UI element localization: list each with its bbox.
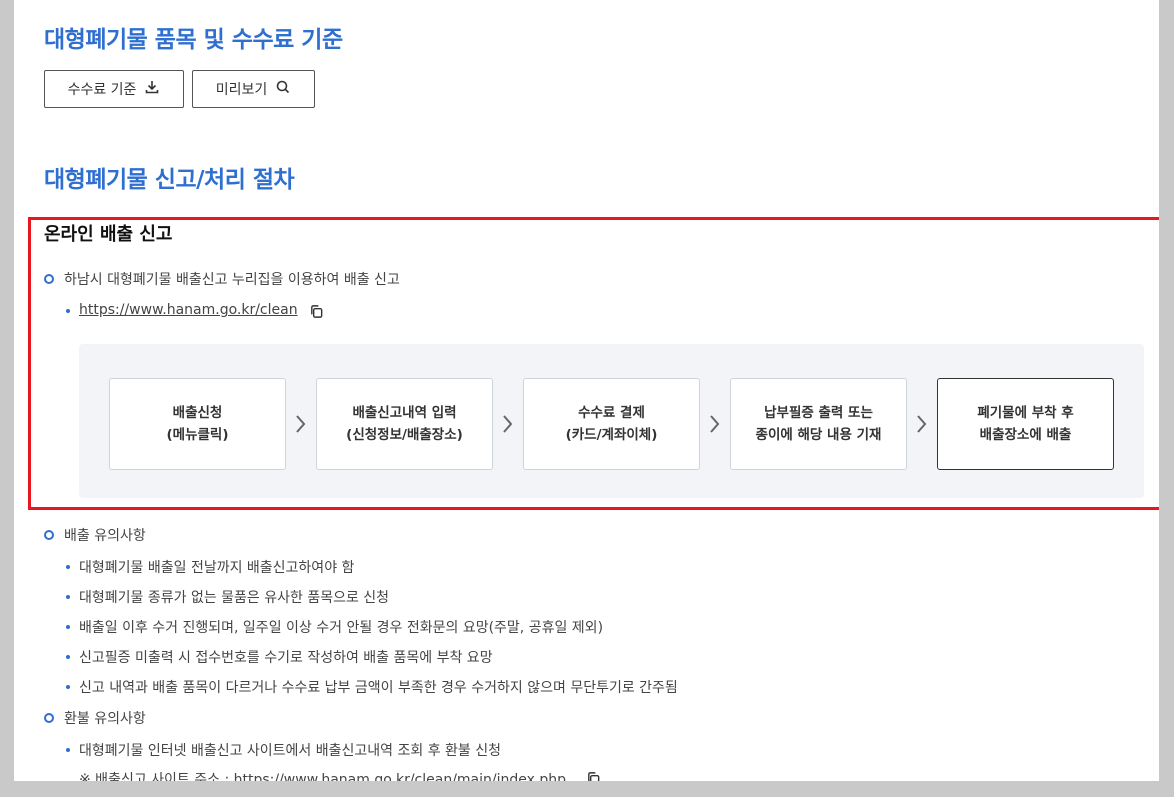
fee-section-title: 대형폐기물 품목 및 수수료 기준 — [44, 27, 343, 53]
bullet-dot-icon — [66, 625, 70, 629]
bullet-dot-icon — [66, 748, 70, 752]
bullet-dot-icon — [66, 565, 70, 569]
procedure-section-title: 대형폐기물 신고/처리 절차 — [44, 167, 295, 193]
note-item-5: 신고 내역과 배출 품목이 다르거나 수수료 납부 금액이 부족한 경우 수거하… — [79, 680, 678, 696]
refund-site-line: ※ 배출신고 사이트 주소 : https://www.hanam.go.kr/… — [79, 769, 566, 781]
highlight-frame — [28, 217, 1159, 510]
refund-title: 환불 유의사항 — [64, 711, 146, 727]
note-item-3: 배출일 이후 수거 진행되며, 일주일 이상 수거 안될 경우 전화문의 요망(… — [79, 620, 604, 636]
note-item-2: 대형폐기물 종류가 없는 물품은 유사한 품목으로 신청 — [79, 590, 390, 606]
bullet-dot-icon — [66, 685, 70, 689]
fee-standard-button[interactable]: 수수료 기준 — [44, 70, 184, 108]
download-icon — [144, 79, 160, 99]
search-icon — [275, 79, 291, 99]
bullet-ring-icon — [44, 713, 54, 723]
preview-label: 미리보기 — [215, 82, 268, 98]
bullet-dot-icon — [66, 595, 70, 599]
bullet-dot-icon — [66, 655, 70, 659]
refund-site-prefix: ※ 배출신고 사이트 주소 : — [79, 772, 234, 781]
fee-standard-label: 수수료 기준 — [67, 82, 137, 98]
preview-button[interactable]: 미리보기 — [192, 70, 315, 108]
notes-title: 배출 유의사항 — [64, 528, 146, 544]
note-item-4: 신고필증 미출력 시 접수번호를 수기로 작성하여 배출 품목에 부착 요망 — [79, 650, 493, 666]
content-page: 대형폐기물 품목 및 수수료 기준 수수료 기준 미리보기 대형폐기물 신고/처… — [14, 0, 1159, 781]
copy-link-icon[interactable] — [586, 771, 601, 781]
refund-site-link[interactable]: https://www.hanam.go.kr/clean/main/index… — [234, 772, 566, 781]
bullet-ring-icon — [44, 530, 54, 540]
note-item-1: 대형폐기물 배출일 전날까지 배출신고하여야 함 — [79, 560, 355, 576]
refund-item: 대형폐기물 인터넷 배출신고 사이트에서 배출신고내역 조회 후 환불 신청 — [79, 743, 501, 759]
